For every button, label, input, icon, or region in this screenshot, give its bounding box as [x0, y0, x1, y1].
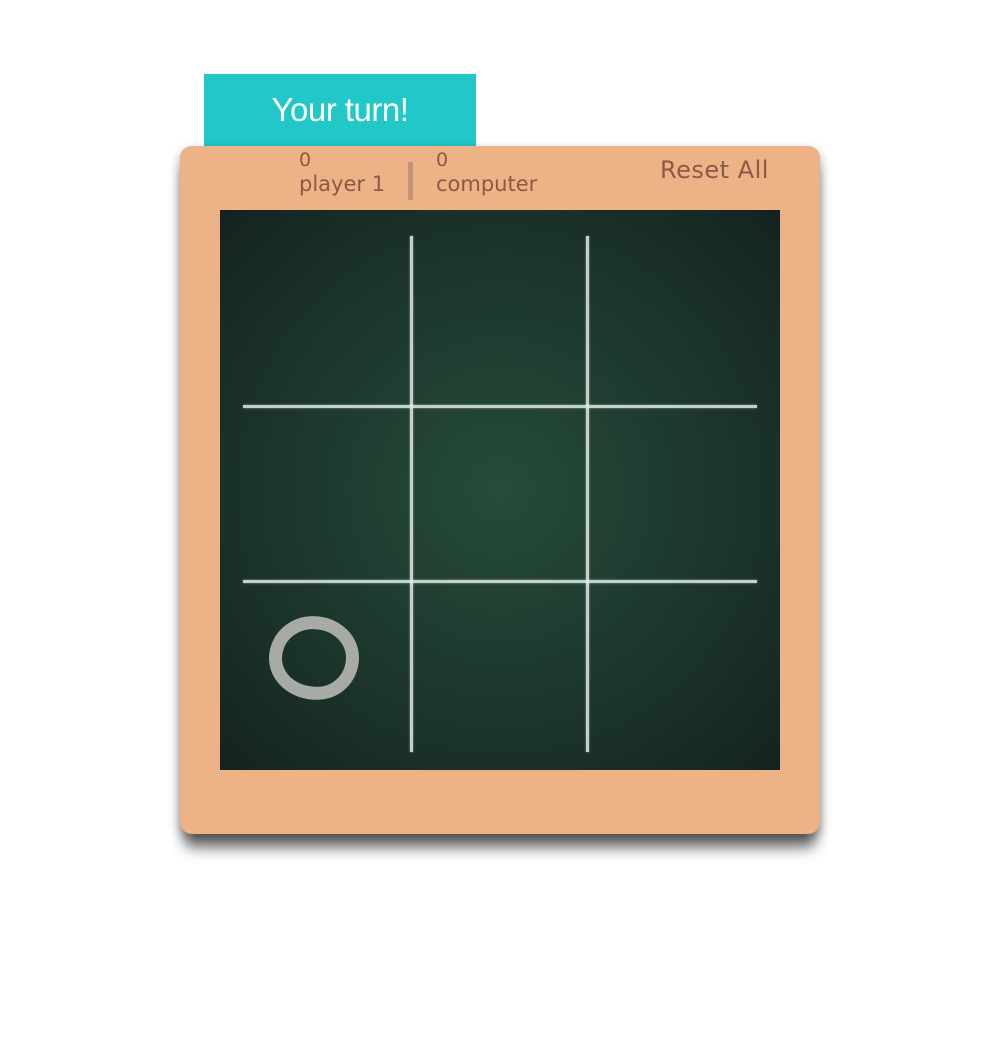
player-score-count: 0 [299, 149, 312, 171]
computer-score: 0 computer [436, 148, 537, 196]
board-cell-4[interactable] [238, 409, 410, 581]
grid-line-vertical-2 [586, 236, 589, 752]
reset-all-button[interactable]: Reset All [660, 156, 769, 184]
o-mark [266, 612, 362, 704]
board-cell-1[interactable] [238, 230, 410, 402]
board-cell-8[interactable] [414, 584, 586, 756]
board-cell-5[interactable] [414, 409, 586, 581]
board-cell-7[interactable] [238, 584, 410, 756]
player-score: 0 player 1 [299, 148, 385, 196]
turn-status-banner: Your turn! [204, 74, 476, 146]
computer-score-label: computer [436, 172, 538, 196]
game-board-frame: 0 player 1 0 computer Reset All [180, 146, 820, 834]
turn-status-text: Your turn! [271, 91, 409, 128]
player-score-label: player 1 [299, 172, 386, 196]
board-cell-9[interactable] [590, 584, 762, 756]
score-divider [408, 162, 413, 200]
computer-score-count: 0 [436, 149, 449, 171]
board-cell-2[interactable] [414, 230, 586, 402]
grid-line-vertical-1 [410, 236, 413, 752]
board-cell-3[interactable] [590, 230, 762, 402]
grid-line-horizontal-1 [243, 405, 757, 408]
board-cell-6[interactable] [590, 409, 762, 581]
chalkboard-grid [220, 210, 780, 770]
